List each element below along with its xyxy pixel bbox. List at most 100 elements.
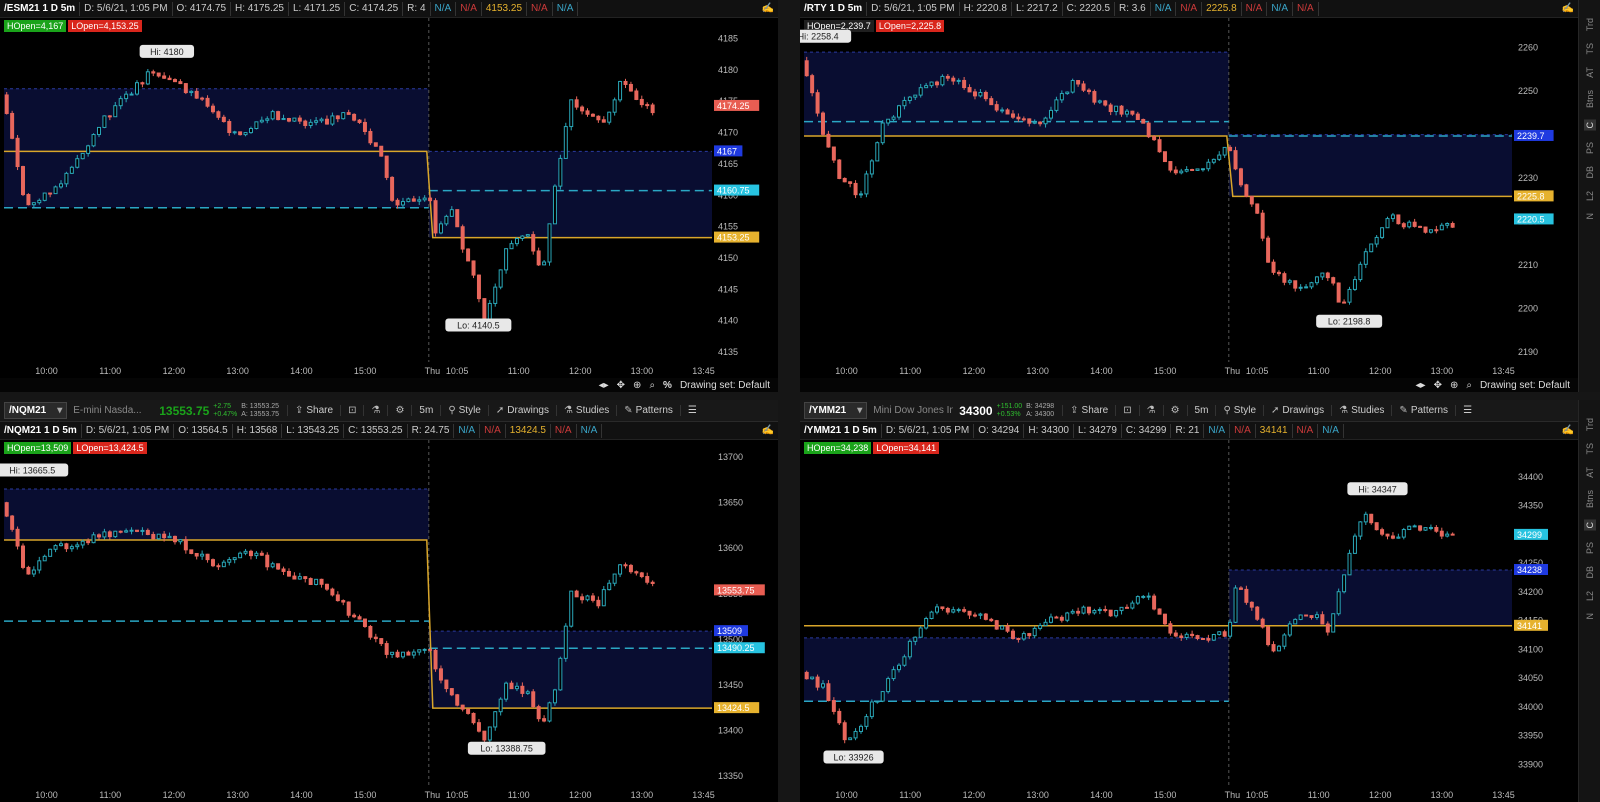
- patterns-button[interactable]: ✎ Patterns: [1391, 405, 1455, 416]
- flask-button[interactable]: ⚗: [363, 405, 387, 416]
- candle[interactable]: [1021, 633, 1026, 640]
- candle[interactable]: [75, 158, 80, 168]
- candle[interactable]: [650, 581, 655, 584]
- candle[interactable]: [1130, 602, 1135, 609]
- candle[interactable]: [601, 119, 606, 123]
- drawings-button[interactable]: ➚ Drawings: [487, 405, 556, 416]
- candle[interactable]: [623, 80, 628, 85]
- candle[interactable]: [368, 625, 373, 638]
- candle[interactable]: [1228, 146, 1233, 152]
- candle[interactable]: [1157, 139, 1162, 153]
- candle[interactable]: [520, 235, 525, 239]
- candle[interactable]: [1086, 89, 1091, 93]
- candle[interactable]: [1331, 277, 1336, 284]
- candle[interactable]: [590, 595, 595, 601]
- candle[interactable]: [1342, 301, 1347, 304]
- candle[interactable]: [107, 531, 112, 538]
- candle[interactable]: [1114, 105, 1119, 113]
- candle[interactable]: [831, 146, 836, 161]
- candle[interactable]: [1097, 609, 1102, 612]
- candle[interactable]: [580, 596, 585, 601]
- candle[interactable]: [907, 96, 912, 101]
- candle[interactable]: [1190, 633, 1195, 637]
- candle[interactable]: [1396, 536, 1401, 539]
- candle[interactable]: [145, 529, 150, 535]
- candle[interactable]: [238, 552, 243, 559]
- candle[interactable]: [259, 552, 264, 556]
- candle[interactable]: [1048, 616, 1053, 623]
- candle[interactable]: [1298, 286, 1303, 289]
- candle[interactable]: [1336, 282, 1341, 303]
- candle[interactable]: [983, 613, 988, 620]
- candle[interactable]: [1114, 610, 1119, 617]
- timeframe-button[interactable]: 5m: [411, 405, 440, 416]
- candle[interactable]: [1081, 606, 1086, 614]
- candle[interactable]: [319, 118, 324, 122]
- candle[interactable]: [357, 616, 362, 620]
- candle[interactable]: [476, 274, 481, 300]
- candle[interactable]: [341, 112, 346, 120]
- drawing-tool-icon[interactable]: ✍: [1558, 424, 1578, 438]
- candle[interactable]: [162, 533, 167, 539]
- zoom-icon[interactable]: ⌕: [1466, 380, 1472, 391]
- candle[interactable]: [1276, 645, 1281, 652]
- candle[interactable]: [994, 104, 999, 111]
- candle[interactable]: [940, 606, 945, 609]
- candle[interactable]: [232, 557, 237, 561]
- candle[interactable]: [1184, 169, 1189, 172]
- candle[interactable]: [1266, 237, 1271, 263]
- candle[interactable]: [151, 533, 156, 540]
- candle[interactable]: [91, 534, 96, 544]
- candle[interactable]: [373, 142, 378, 147]
- candle[interactable]: [628, 564, 633, 573]
- candle[interactable]: [265, 554, 270, 568]
- candle[interactable]: [395, 199, 400, 206]
- candle[interactable]: [189, 549, 194, 554]
- candle[interactable]: [75, 544, 80, 548]
- candle[interactable]: [330, 115, 335, 125]
- candle[interactable]: [869, 160, 874, 175]
- candle[interactable]: [31, 202, 36, 206]
- candle[interactable]: [1418, 525, 1423, 531]
- candle[interactable]: [487, 302, 492, 321]
- candle[interactable]: [449, 688, 454, 696]
- candle[interactable]: [194, 90, 199, 99]
- candle[interactable]: [4, 94, 9, 114]
- candle[interactable]: [352, 113, 357, 121]
- candle[interactable]: [612, 573, 617, 584]
- candle[interactable]: [1141, 595, 1146, 598]
- candle[interactable]: [1238, 168, 1243, 186]
- candle[interactable]: [433, 200, 438, 234]
- link-button[interactable]: ⊡: [340, 405, 363, 416]
- candle[interactable]: [972, 614, 977, 617]
- candle[interactable]: [1260, 618, 1265, 628]
- candle[interactable]: [1282, 634, 1287, 647]
- candle[interactable]: [1010, 113, 1015, 118]
- candle[interactable]: [1445, 533, 1450, 537]
- candle[interactable]: [563, 625, 568, 659]
- candle[interactable]: [552, 185, 557, 225]
- drawing-set-label[interactable]: Drawing set: Default: [680, 380, 770, 391]
- candle[interactable]: [1206, 638, 1211, 641]
- candle[interactable]: [417, 199, 422, 202]
- candle[interactable]: [639, 572, 644, 578]
- candle[interactable]: [1179, 635, 1184, 638]
- candle[interactable]: [831, 700, 836, 712]
- candle[interactable]: [520, 685, 525, 694]
- candle[interactable]: [324, 583, 329, 590]
- candle[interactable]: [525, 691, 530, 694]
- candle[interactable]: [1271, 261, 1276, 273]
- link-button[interactable]: ⊡: [1115, 405, 1138, 416]
- candle[interactable]: [455, 209, 460, 228]
- candle[interactable]: [918, 87, 923, 96]
- candle[interactable]: [384, 155, 389, 178]
- candle[interactable]: [216, 111, 221, 118]
- sidebar-tab-db[interactable]: DB: [1584, 566, 1596, 579]
- sidebar-tab-ps[interactable]: PS: [1584, 542, 1596, 554]
- candle[interactable]: [1347, 552, 1352, 576]
- candle[interactable]: [815, 92, 820, 114]
- candle[interactable]: [886, 678, 891, 693]
- candle[interactable]: [514, 685, 519, 690]
- candle[interactable]: [983, 91, 988, 100]
- candle[interactable]: [96, 126, 101, 136]
